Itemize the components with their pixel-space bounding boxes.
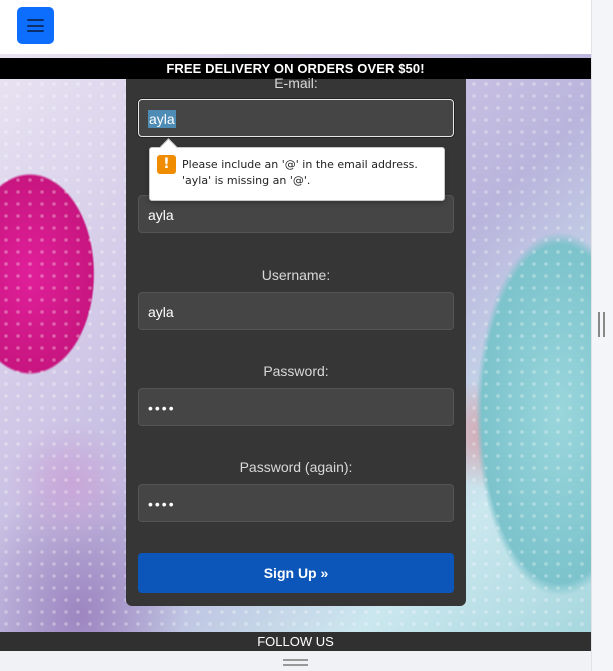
validation-message: Please include an '@' in the email addre… — [182, 158, 418, 187]
top-navbar — [0, 0, 591, 54]
hamburger-menu-icon — [27, 19, 44, 32]
password-again-label: Password (again): — [239, 459, 353, 475]
sign-up-button[interactable]: Sign Up » — [138, 553, 454, 593]
username-field[interactable]: ayla — [138, 292, 454, 330]
email-field[interactable]: ayla — [138, 99, 454, 137]
password-again-field[interactable]: •••• — [138, 484, 454, 522]
page: FREE DELIVERY ON ORDERS OVER $50! E-mail… — [0, 0, 591, 671]
navbar-area — [72, 0, 591, 54]
warning-icon: ! — [157, 155, 176, 174]
email-validation-tooltip: ! Please include an '@' in the email add… — [149, 147, 445, 201]
footer-follow-us: FOLLOW US — [0, 632, 591, 651]
email-label: E-mail: — [274, 75, 318, 91]
menu-toggle-button[interactable] — [17, 7, 54, 44]
password-label: Password: — [263, 363, 329, 379]
username-label: Username: — [261, 267, 331, 283]
horizontal-resize-grip-icon[interactable] — [283, 659, 308, 666]
email-field-value: ayla — [148, 110, 176, 128]
vertical-resize-grip-icon[interactable] — [598, 312, 605, 337]
password-field[interactable]: •••• — [138, 388, 454, 426]
